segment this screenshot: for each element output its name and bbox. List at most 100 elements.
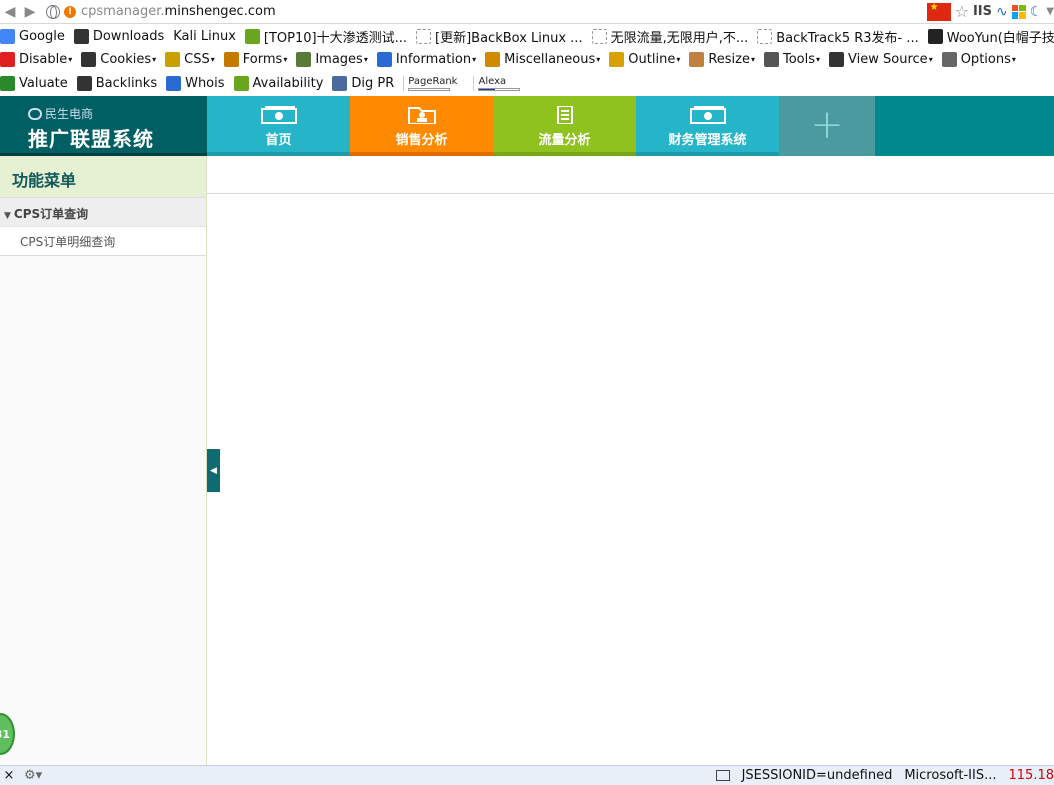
- bookmark-item-label: [TOP10]十大渗透测试...: [263, 31, 408, 46]
- cookie-icon: [81, 52, 97, 67]
- brand-block: 民生电商 推广联盟系统: [0, 96, 207, 156]
- dropdown-caret-icon: ▾: [816, 55, 821, 64]
- money-stack-icon: [689, 106, 726, 124]
- back-arrow-icon[interactable]: ◀: [0, 4, 20, 20]
- dropdown-caret-icon: ▾: [750, 55, 755, 64]
- tools-icon: [764, 52, 779, 67]
- globe-icon: [166, 76, 182, 91]
- bookmark-item-label: Google: [19, 29, 65, 44]
- bookmark-item-4[interactable]: [更新]BackBox Linux ...: [416, 27, 583, 46]
- minsheng-logo-icon: [28, 107, 42, 120]
- plus-icon: +: [810, 102, 844, 148]
- bookmark-item-1[interactable]: Downloads: [73, 29, 164, 44]
- pagerank-bar[interactable]: PageRank: [403, 76, 461, 91]
- webdev-menu-label: Cookies: [100, 52, 152, 67]
- bookmark-item-6[interactable]: BackTrack5 R3发布- ...: [757, 27, 919, 46]
- dropdown-caret-icon: ▾: [68, 55, 73, 64]
- pagerank-bar-meter: [408, 88, 451, 91]
- alexa-bar-label: Alexa: [478, 76, 507, 87]
- dropdown-caret-icon: ▾: [928, 55, 933, 64]
- window-icon[interactable]: [715, 770, 730, 781]
- url-address[interactable]: cpsmanager.minshengec.com: [81, 4, 276, 19]
- webdev-menu-label: Resize: [708, 52, 750, 67]
- seo-item-label: Availability: [252, 76, 324, 91]
- sidebar-item-cps-order-detail[interactable]: CPS订单明细查询: [0, 227, 206, 256]
- forward-arrow-icon[interactable]: ▶: [20, 4, 40, 20]
- close-icon[interactable]: ×: [0, 768, 18, 783]
- webdev-menu-label: CSS: [184, 52, 210, 67]
- add-tab-button[interactable]: +: [779, 96, 875, 156]
- bookmark-item-7[interactable]: WooYun(白帽子技术...: [927, 27, 1054, 46]
- webdev-menu-10[interactable]: View Source ▾: [829, 52, 933, 67]
- seo-item-3[interactable]: Availability: [233, 76, 324, 91]
- settings-dropdown-icon[interactable]: ⚙▾: [24, 768, 42, 783]
- sidebar-collapse-handle[interactable]: ◀: [207, 449, 220, 492]
- webdev-menu-5[interactable]: Information ▾: [376, 52, 477, 67]
- webdev-menu-0[interactable]: Disable ▾: [0, 52, 72, 67]
- wave-icon: ∿: [996, 3, 1008, 20]
- bookmark-item-2[interactable]: Kali Linux: [173, 29, 236, 44]
- caret-down-icon: ▼: [4, 211, 11, 221]
- seo-item-label: Dig PR: [351, 76, 395, 91]
- sidebar-group-cps-orders[interactable]: ▼ CPS订单查询: [0, 198, 206, 227]
- webdev-menu-11[interactable]: Options ▾: [941, 52, 1016, 67]
- webdev-menu-7[interactable]: Outline ▾: [609, 52, 680, 67]
- webdev-menu-label: Disable: [19, 52, 68, 67]
- warning-icon[interactable]: !: [64, 5, 76, 18]
- sidebar-title: 功能菜单: [0, 156, 206, 198]
- webdev-menu-label: View Source: [848, 52, 928, 67]
- info-icon: [376, 52, 392, 67]
- webdev-menu-label: Tools: [783, 52, 816, 67]
- tab-finance-system[interactable]: 财务管理系统: [636, 96, 779, 156]
- outline-icon: [609, 52, 625, 67]
- seo-item-1[interactable]: Backlinks: [76, 76, 157, 91]
- document-icon: [556, 106, 573, 124]
- webdev-menu-2[interactable]: CSS ▾: [165, 52, 215, 67]
- blank-page-icon: [757, 29, 773, 44]
- alexa-bar[interactable]: Alexa: [473, 76, 524, 91]
- dropdown-caret-icon: ▾: [676, 55, 681, 64]
- bookmark-item-label: BackTrack5 R3发布- ...: [776, 31, 919, 46]
- webdev-menu-6[interactable]: Miscellaneous ▾: [485, 52, 600, 67]
- caret-left-icon: ◀: [210, 465, 217, 476]
- backlinks-icon: [76, 76, 92, 91]
- dropdown-caret-icon: ▾: [363, 55, 368, 64]
- webdev-menu-3[interactable]: Forms ▾: [223, 52, 288, 67]
- seo-item-4[interactable]: Dig PR: [332, 76, 394, 91]
- dropdown-icon[interactable]: ▼: [1046, 6, 1054, 17]
- webdev-menu-1[interactable]: Cookies ▾: [81, 52, 156, 67]
- webdev-menu-label: Miscellaneous: [504, 52, 596, 67]
- webdev-menu-9[interactable]: Tools ▾: [764, 52, 820, 67]
- images-icon: [296, 52, 312, 67]
- f-icon: [244, 29, 260, 44]
- bookmark-item-5[interactable]: 无限流量,无限用户,不...: [591, 27, 749, 46]
- bookmark-item-0[interactable]: Google: [0, 29, 65, 44]
- folder-user-icon: [407, 107, 436, 124]
- ip-status: 115.18: [1008, 768, 1054, 783]
- misc-icon: [485, 52, 501, 67]
- bookmark-item-label: 无限流量,无限用户,不...: [610, 31, 749, 46]
- bookmark-star-icon[interactable]: ☆: [955, 2, 969, 21]
- webdev-menu-8[interactable]: Resize ▾: [689, 52, 755, 67]
- webdev-menu-label: Options: [960, 52, 1011, 67]
- tab-home[interactable]: 首页: [207, 96, 350, 156]
- iis-indicator: IIS: [972, 4, 992, 19]
- dropdown-caret-icon: ▾: [283, 55, 288, 64]
- webdev-menu-label: Images: [315, 52, 363, 67]
- bookmark-item-3[interactable]: [TOP10]十大渗透测试...: [244, 27, 408, 46]
- windows-logo-icon: [1011, 4, 1026, 19]
- web-developer-toolbar: Disable ▾ Cookies ▾ CSS ▾ Forms ▾ Images ▾ Informa…: [0, 48, 1054, 71]
- seo-item-2[interactable]: Whois: [166, 76, 225, 91]
- webdev-menu-4[interactable]: Images ▾: [296, 52, 368, 67]
- webdev-menu-label: Information: [395, 52, 472, 67]
- tab-sales-analysis[interactable]: 销售分析: [350, 96, 493, 156]
- app-header: 民生电商 推广联盟系统 首页 销售分析 流量分析 财务管理系统 +: [0, 96, 1054, 156]
- sidebar: 功能菜单 ▼ CPS订单查询 CPS订单明细查询: [0, 156, 207, 765]
- money-stack-icon: [260, 106, 297, 124]
- dropdown-caret-icon: ▾: [472, 55, 477, 64]
- download-icon: [73, 29, 89, 44]
- brand-subtitle: 民生电商: [28, 105, 207, 122]
- tab-traffic-analysis[interactable]: 流量分析: [493, 96, 636, 156]
- seo-item-0[interactable]: Valuate: [0, 76, 68, 91]
- seo-item-label: Whois: [185, 76, 225, 91]
